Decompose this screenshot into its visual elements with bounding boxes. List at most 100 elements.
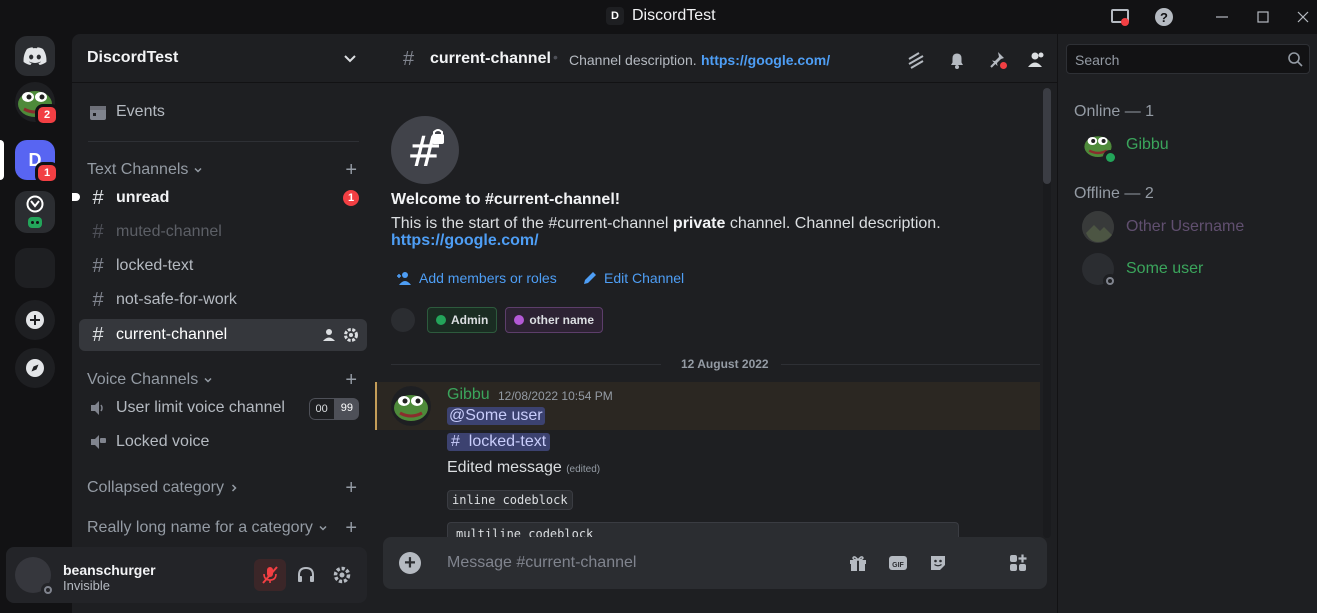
minimize-icon[interactable] (1212, 7, 1232, 27)
home-button[interactable] (15, 36, 55, 76)
mention-badge: 1 (343, 190, 359, 206)
guild-header[interactable]: DiscordTest (72, 34, 375, 83)
channel-unread[interactable]: # unread 1 (72, 182, 367, 214)
locked-hash-icon: # (92, 254, 104, 277)
edit-channel-button[interactable]: Edit Channel (582, 270, 684, 286)
server-pepe[interactable]: 2 (15, 82, 59, 126)
nsfw-hash-icon: # (92, 288, 104, 311)
gear-icon (333, 566, 351, 584)
scrollbar-thumb[interactable] (1043, 88, 1051, 184)
user-status: Invisible (63, 578, 110, 593)
divider (88, 141, 359, 142)
help-icon[interactable]: ? (1154, 7, 1174, 27)
add-members-button[interactable]: Add members or roles (397, 270, 557, 286)
pin-icon[interactable] (988, 50, 1008, 70)
server-d[interactable]: D 1 (15, 140, 59, 184)
category-voice-channels[interactable]: Voice Channels (87, 371, 214, 389)
voice-locked[interactable]: Locked voice (79, 426, 367, 458)
channel-roles: Admin other name (391, 307, 604, 333)
bot-icon (28, 217, 42, 228)
channel-current[interactable]: # current-channel (79, 319, 367, 351)
gif-icon[interactable]: GIF (887, 552, 909, 574)
username[interactable]: beanschurger (63, 562, 156, 578)
role-color-dot (514, 315, 525, 325)
message-timestamp: 12/08/2022 10:54 PM (498, 389, 613, 403)
channel-nsfw[interactable]: # not-safe-for-work (79, 284, 367, 316)
channel-mention-label: locked-text (468, 433, 547, 450)
member-item[interactable]: Gibbu (1082, 129, 1169, 164)
user-limit: 99 (334, 398, 359, 420)
category-long-name[interactable]: Really long name for a category (87, 519, 329, 537)
avatar (1082, 129, 1117, 164)
category-text-channels[interactable]: Text Channels (87, 161, 204, 179)
search-input[interactable]: Search (1066, 44, 1310, 74)
gear-icon[interactable] (343, 327, 359, 343)
add-server-button[interactable] (15, 300, 55, 340)
edited-tag: (edited) (566, 464, 601, 475)
guild-name: DiscordTest (87, 49, 179, 66)
welcome-text-start: This is the start of the #current-channe… (391, 215, 673, 232)
screen-share-icon[interactable] (1110, 7, 1130, 27)
maximize-icon[interactable] (1253, 7, 1273, 27)
status-online-icon (1103, 150, 1117, 164)
server-empty[interactable] (15, 248, 55, 288)
svg-text:?: ? (1160, 10, 1168, 25)
discord-icon (23, 47, 47, 65)
category-collapsed[interactable]: Collapsed category (87, 479, 240, 497)
mic-muted-icon (262, 566, 278, 584)
hash-icon: # (451, 433, 460, 450)
events-item[interactable]: Events (79, 96, 367, 128)
message-text: Edited message (447, 459, 562, 476)
user-settings-button[interactable] (326, 559, 358, 591)
server-folder[interactable] (15, 191, 55, 233)
message-author[interactable]: Gibbu (447, 386, 490, 404)
active-server-indicator (0, 140, 4, 180)
message-composer: + Message #current-channel GIF (383, 537, 1047, 589)
close-icon[interactable] (1293, 7, 1313, 27)
locked-hash-icon: # (92, 323, 104, 346)
chevron-down-icon (344, 55, 356, 63)
mute-button[interactable] (254, 559, 286, 591)
threads-icon[interactable] (906, 50, 926, 70)
channel-muted[interactable]: # muted-channel (79, 216, 367, 248)
inline-code: inline codeblock (447, 490, 573, 510)
create-channel-icon[interactable]: + (345, 159, 357, 182)
svg-text:GIF: GIF (892, 562, 904, 569)
member-item[interactable]: Some user (1082, 253, 1203, 288)
welcome-link[interactable]: https://google.com/ (391, 232, 539, 249)
create-channel-icon[interactable]: + (345, 369, 357, 392)
member-name: Gibbu (1126, 136, 1169, 153)
compass-icon (26, 359, 44, 377)
welcome-text-end: channel. Channel description. (725, 215, 941, 232)
plus-circle-icon (26, 311, 44, 329)
gift-icon[interactable] (847, 552, 869, 574)
explore-button[interactable] (15, 348, 55, 388)
bell-icon[interactable] (947, 50, 967, 70)
category-label: Voice Channels (87, 371, 199, 388)
channel-topic: Channel description. (569, 52, 697, 68)
role-pill-admin[interactable]: Admin (427, 307, 498, 333)
create-channel-icon[interactable]: + (345, 477, 357, 500)
upload-plus-icon[interactable]: + (399, 552, 421, 574)
header-separator: • (553, 49, 558, 65)
member-list-icon[interactable] (1027, 50, 1047, 70)
member-item[interactable]: Other Username (1082, 211, 1244, 243)
channel-locked-text[interactable]: # locked-text (79, 250, 367, 282)
deafen-button[interactable] (290, 559, 322, 591)
avatar[interactable] (391, 386, 431, 426)
channel-mention[interactable]: # locked-text (447, 433, 551, 451)
message-input[interactable]: Message #current-channel (447, 554, 636, 572)
sticker-icon[interactable] (927, 552, 949, 574)
create-channel-icon[interactable]: + (345, 517, 357, 540)
add-member-icon[interactable] (323, 328, 337, 342)
role-pill-other[interactable]: other name (505, 307, 604, 333)
calendar-icon (88, 103, 108, 121)
channel-label: locked-text (116, 257, 194, 274)
user-mention[interactable]: @Some user (447, 407, 545, 425)
voice-user-limit[interactable]: User limit voice channel 00 99 (79, 392, 367, 424)
window-title: DiscordTest (632, 7, 716, 24)
category-label: Text Channels (87, 161, 189, 178)
avatar[interactable] (391, 308, 415, 332)
apps-icon[interactable] (1007, 552, 1029, 574)
channel-topic-link[interactable]: https://google.com/ (701, 52, 830, 68)
